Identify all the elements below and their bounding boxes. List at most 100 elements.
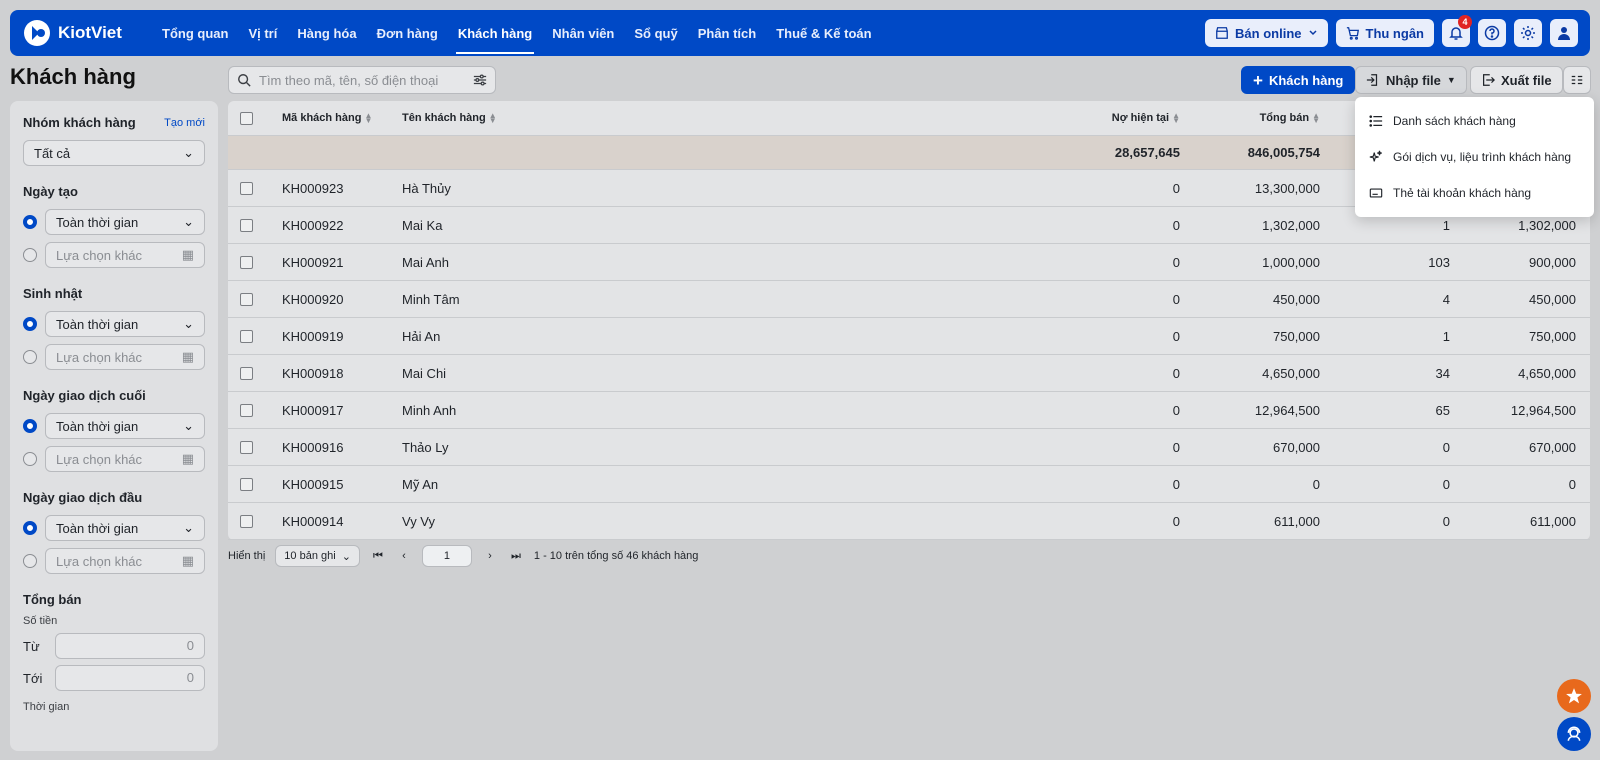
row-checkbox-cell [228,514,266,528]
nav-item-products[interactable]: Hàng hóa [287,10,366,56]
nav-menu: Tổng quan Vị trí Hàng hóa Đơn hàng Khách… [152,10,882,56]
nav-item-overview[interactable]: Tổng quan [152,10,238,56]
table-row[interactable]: KH000918 Mai Chi 0 4,650,000 34 4,650,000 [228,355,1590,392]
cell-qty: 1 [1442,328,1450,344]
first-trans-all-time-select[interactable]: Toàn thời gian ⌄ [45,515,205,541]
import-customer-list-label: Danh sách khách hàng [1393,114,1516,128]
add-customer-button[interactable]: + Khách hàng [1241,66,1356,94]
table-row[interactable]: KH000915 Mỹ An 0 0 0 0 [228,466,1590,503]
nav-item-customers[interactable]: Khách hàng [448,10,542,56]
prev-page-icon[interactable]: ‹ [396,550,412,562]
column-settings-button[interactable] [1563,66,1591,94]
col-debt[interactable]: Nợ hiện tại ▲ ▼ [1040,112,1190,125]
filter-sliders-icon[interactable] [473,73,487,87]
add-customer-label: Khách hàng [1268,72,1344,88]
created-all-time-radio[interactable] [23,215,37,229]
row-checkbox[interactable] [240,292,253,306]
cell-sales: 1,302,000 [1262,217,1320,233]
to-row: Tới 0 [23,665,205,691]
table-row[interactable]: KH000917 Minh Anh 0 12,964,500 65 12,964,500 [228,392,1590,429]
export-file-button[interactable]: Xuất file [1470,66,1563,94]
from-label: Từ [23,638,40,654]
chevron-down-icon: ⌄ [341,550,351,563]
row-checkbox[interactable] [240,440,253,454]
last-page-icon[interactable]: ⏭ [508,550,524,563]
nav-item-orders[interactable]: Đơn hàng [367,10,448,56]
cell-name: Minh Tâm [402,291,460,307]
nav-item-staff[interactable]: Nhân viên [542,10,624,56]
row-checkbox[interactable] [240,403,253,417]
created-all-time-label: Toàn thời gian [56,214,139,230]
table-row[interactable]: KH000920 Minh Tâm 0 450,000 4 450,000 [228,281,1590,318]
last-trans-all-time-radio[interactable] [23,419,37,433]
cell-net: 0 [1568,476,1576,492]
col-code[interactable]: Mã khách hàng ▲ ▼ [266,112,386,125]
col-name-label: Tên khách hàng [402,112,486,124]
group-select[interactable]: Tất cả ⌄ [23,140,205,166]
last-trans-custom-select[interactable]: Lựa chọn khác ▦ [45,446,205,472]
row-checkbox-cell [228,403,266,417]
created-custom-radio[interactable] [23,248,37,262]
birthday-all-time-select[interactable]: Toàn thời gian ⌄ [45,311,205,337]
cell-code: KH000917 [282,402,344,418]
from-amount-input[interactable]: 0 [55,633,205,659]
cashier-button[interactable]: Thu ngân [1335,19,1434,47]
table-row[interactable]: KH000919 Hải An 0 750,000 1 750,000 [228,318,1590,355]
nav-item-analytics[interactable]: Phân tích [688,10,767,56]
col-sales[interactable]: Tổng bán ▲ ▼ [1190,112,1320,125]
search-input[interactable]: Tìm theo mã, tên, số điện thoại [228,66,496,94]
brand-logo[interactable]: KiotViet [22,18,152,48]
to-label: Tới [23,670,43,686]
table-row[interactable]: KH000921 Mai Anh 0 1,000,000 103 900,000 [228,244,1590,281]
created-custom-select[interactable]: Lựa chọn khác ▦ [45,242,205,268]
row-checkbox[interactable] [240,218,253,232]
notification-button[interactable]: 4 [1442,15,1472,47]
cell-sales: 4,650,000 [1262,365,1320,381]
notification-badge: 4 [1458,15,1472,29]
import-service-package[interactable]: Gói dịch vụ, liệu trình khách hàng [1355,139,1594,175]
page-number-input[interactable]: 1 [421,545,472,567]
row-checkbox[interactable] [240,477,253,491]
cell-debt: 0 [1172,476,1180,492]
row-checkbox[interactable] [240,514,253,528]
export-file-label: Xuất file [1501,72,1552,88]
first-trans-custom-radio[interactable] [23,554,37,568]
row-checkbox[interactable] [240,366,253,380]
online-sales-button[interactable]: Bán online [1205,19,1328,47]
row-checkbox[interactable] [240,255,253,269]
help-button[interactable] [1478,19,1506,47]
last-trans-custom-radio[interactable] [23,452,37,466]
col-name[interactable]: Tên khách hàng ▲ ▼ [386,112,1040,125]
settings-button[interactable] [1514,19,1542,47]
import-account-card[interactable]: Thẻ tài khoản khách hàng [1355,175,1594,211]
select-all-checkbox[interactable] [240,111,253,125]
user-avatar[interactable] [1550,19,1578,47]
nav-item-cashbook[interactable]: Sổ quỹ [624,10,687,56]
first-trans-all-time-radio[interactable] [23,521,37,535]
created-all-time-select[interactable]: Toàn thời gian ⌄ [45,209,205,235]
row-checkbox[interactable] [240,181,253,195]
page-size-select[interactable]: 10 bản ghi ⌄ [275,545,360,567]
birthday-custom-select[interactable]: Lựa chọn khác ▦ [45,344,205,370]
first-trans-custom-select[interactable]: Lựa chọn khác ▦ [45,548,205,574]
cell-code: KH000915 [282,476,344,492]
support-fab[interactable] [1557,717,1591,751]
row-checkbox[interactable] [240,329,253,343]
birthday-all-time-radio[interactable] [23,317,37,331]
import-customer-list[interactable]: Danh sách khách hàng [1355,103,1594,139]
birthday-custom-radio[interactable] [23,350,37,364]
last-trans-all-time-select[interactable]: Toàn thời gian ⌄ [45,413,205,439]
table-row[interactable]: KH000914 Vy Vy 0 611,000 0 611,000 [228,503,1590,540]
create-group-link[interactable]: Tạo mới [164,117,205,129]
cashier-label: Thu ngân [1365,25,1425,41]
next-page-icon[interactable]: › [482,550,498,562]
first-trans-all-time-label: Toàn thời gian [56,520,139,536]
import-file-button[interactable]: Nhập file ▼ [1355,66,1467,94]
nav-item-location[interactable]: Vị trí [238,10,287,56]
to-amount-input[interactable]: 0 [55,665,205,691]
nav-item-tax[interactable]: Thuế & Kế toán [766,10,881,56]
table-row[interactable]: KH000916 Thảo Ly 0 670,000 0 670,000 [228,429,1590,466]
first-page-icon[interactable]: ⏮ [370,550,386,563]
favorite-fab[interactable] [1557,679,1591,713]
last-trans-title: Ngày giao dịch cuối [23,388,146,403]
